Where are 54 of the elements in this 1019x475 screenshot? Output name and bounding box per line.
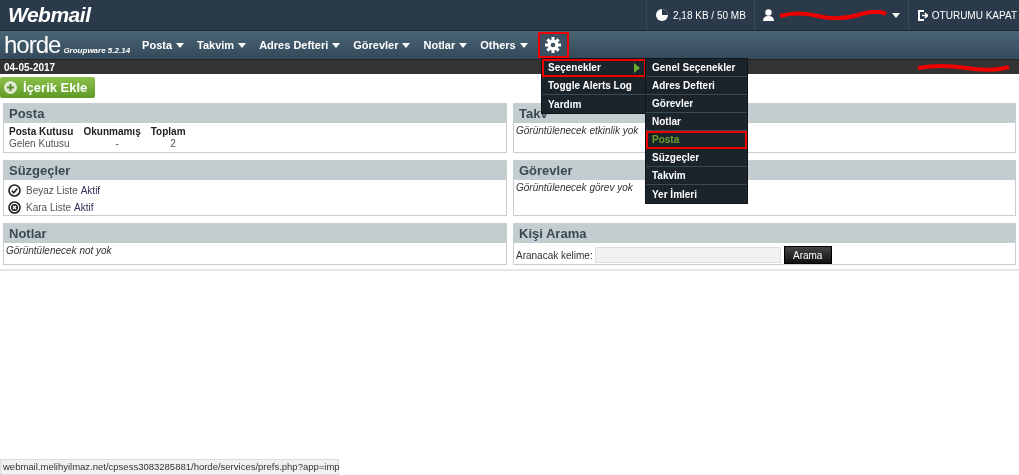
gear-icon: [545, 37, 562, 53]
caret-icon: [891, 12, 900, 18]
horde-logo: horde: [4, 33, 61, 57]
search-label: Aranacak kelime:: [516, 249, 593, 261]
portlet-title: Posta: [4, 104, 506, 123]
caret-icon: [459, 42, 468, 48]
mailbox-link[interactable]: Gelen Kutusu: [9, 137, 84, 150]
quota-text: 2,18 KB / 50 MB: [673, 9, 746, 21]
filter-status: Aktif: [80, 185, 101, 196]
empty-message: Görüntülenecek etkinlik yok: [516, 125, 640, 136]
menu-item[interactable]: Takvim: [646, 167, 747, 185]
menu-item[interactable]: Süzgeçler: [646, 149, 747, 167]
menu-item[interactable]: Genel Seçenekler: [646, 59, 747, 77]
nav-menu-item[interactable]: Posta: [142, 39, 185, 51]
nav-menu-item[interactable]: Others: [480, 39, 528, 51]
plus-circle-icon: [4, 81, 17, 94]
nav-menu-item[interactable]: Takvim: [197, 39, 247, 51]
menu-item[interactable]: Posta: [646, 131, 747, 149]
caret-icon: [519, 42, 528, 48]
pie-chart-icon: [655, 8, 669, 22]
menu-item[interactable]: Adres Defteri: [646, 77, 747, 95]
table-cell: -: [83, 137, 151, 150]
date-text: 04-05-2017: [4, 61, 56, 73]
column-header: Toplam: [150, 125, 187, 137]
column-header: Okunmamış: [83, 125, 151, 137]
filter-status: Aktif: [74, 202, 94, 213]
table-cell: 2: [150, 137, 196, 150]
check-circle-icon: [8, 184, 21, 197]
version-text: Groupware 5.2.14: [63, 46, 131, 55]
nav-menu-item[interactable]: Görevler: [353, 39, 411, 51]
menu-item[interactable]: Görevler: [646, 95, 747, 113]
caret-icon: [176, 42, 185, 48]
filter-link[interactable]: Beyaz Liste: [26, 185, 78, 196]
search-field[interactable]: [594, 247, 781, 263]
menu-item[interactable]: Yer İmleri: [646, 185, 747, 203]
nav-menu-item[interactable]: Notlar: [423, 39, 468, 51]
column-header: Posta Kutusu: [9, 125, 84, 137]
search-button[interactable]: Arama: [783, 246, 832, 264]
filter-link[interactable]: Kara Liste: [26, 202, 72, 213]
caret-icon: [238, 42, 247, 48]
portlet-title: Kişi Arama: [514, 224, 1015, 243]
settings-button[interactable]: [537, 32, 569, 58]
user-icon: [762, 9, 774, 21]
nav-menu-item[interactable]: Adres Defteri: [259, 39, 341, 51]
menu-item[interactable]: Seçenekler: [542, 59, 646, 77]
caret-icon: [332, 42, 341, 48]
empty-message: Görüntülenecek not yok: [6, 245, 113, 256]
status-url: webmail.melihyilmaz.net/cpsess3083285881/horde/services/prefs.php?app=imp: [0, 459, 339, 475]
portlet-title: Notlar: [4, 224, 506, 243]
logout-icon: [916, 9, 928, 21]
menu-item[interactable]: Notlar: [646, 113, 747, 131]
caret-icon: [402, 42, 411, 48]
portlet-title: Süzgeçler: [4, 161, 506, 180]
webmail-logo: Webmail: [8, 3, 91, 27]
